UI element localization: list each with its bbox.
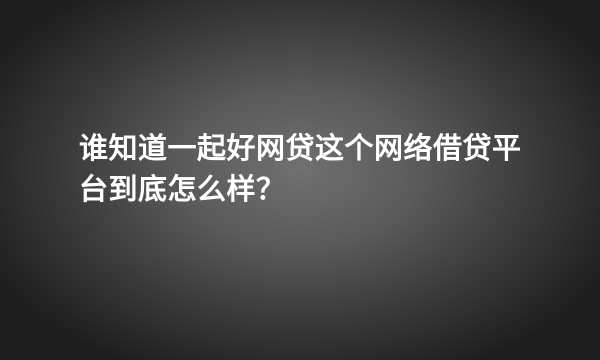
question-title: 谁知道一起好网贷这个网络借贷平台到底怎么样？	[79, 131, 522, 206]
question-title-block: 谁知道一起好网贷这个网络借贷平台到底怎么样？	[79, 128, 549, 210]
question-card: 谁知道一起好网贷这个网络借贷平台到底怎么样？	[0, 0, 600, 360]
